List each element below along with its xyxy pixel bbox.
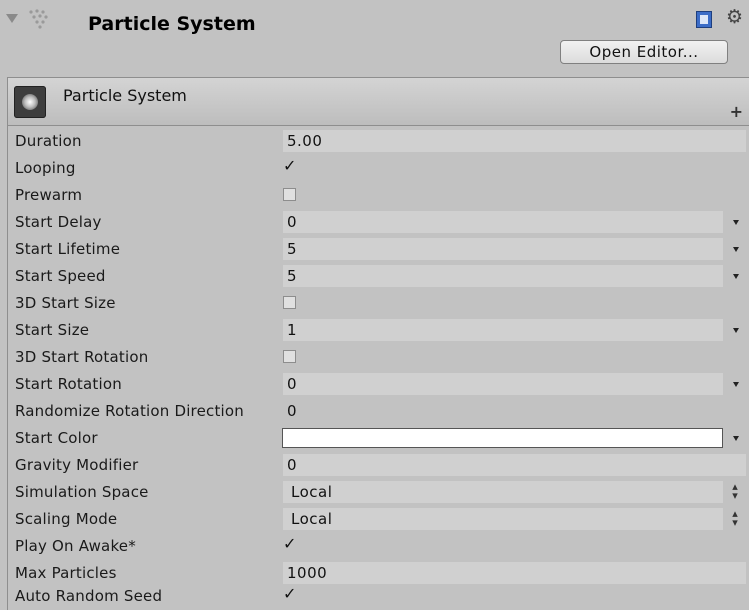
property-label: Prewarm xyxy=(15,186,83,204)
scaling-mode-dropdown[interactable]: Local xyxy=(283,508,723,530)
property-row-start-lifetime: Start Lifetime 5 xyxy=(8,236,749,263)
start-speed-field[interactable]: 5 xyxy=(283,265,723,287)
dropdown-arrow-icon[interactable] xyxy=(733,328,739,333)
property-label: Start Speed xyxy=(15,267,106,285)
start-lifetime-field[interactable]: 5 xyxy=(283,238,723,260)
property-row-simulation-space: Simulation Space Local ▴ ▾ xyxy=(8,479,749,506)
start-delay-field[interactable]: 0 xyxy=(283,211,723,233)
property-row-start-speed: Start Speed 5 xyxy=(8,263,749,290)
fold-arrow-icon[interactable] xyxy=(6,14,18,23)
property-row-prewarm: Prewarm xyxy=(8,182,749,209)
property-label: Looping xyxy=(15,159,76,177)
property-row-start-delay: Start Delay 0 xyxy=(8,209,749,236)
property-row-gravity-modifier: Gravity Modifier 0 xyxy=(8,452,749,479)
property-row-start-size: Start Size 1 xyxy=(8,317,749,344)
particle-system-module: Particle System + Duration 5.00 Looping … xyxy=(7,77,749,610)
property-row-scaling-mode: Scaling Mode Local ▴ ▾ xyxy=(8,506,749,533)
property-row-start-color: Start Color xyxy=(8,425,749,452)
property-row-3d-start-size: 3D Start Size xyxy=(8,290,749,317)
property-row-looping: Looping ✓ xyxy=(8,155,749,182)
property-label: Start Size xyxy=(15,321,90,339)
dropdown-arrow-icon[interactable] xyxy=(733,220,739,225)
auto-random-seed-checkbox[interactable]: ✓ xyxy=(283,586,296,602)
property-label: Duration xyxy=(15,132,82,150)
particle-system-thumbnail-icon xyxy=(14,86,46,118)
plus-icon[interactable]: + xyxy=(730,102,743,121)
dropdown-arrow-icon[interactable] xyxy=(733,382,739,387)
module-title: Particle System xyxy=(63,86,187,105)
dropdown-arrow-icon[interactable] xyxy=(733,436,739,441)
property-row-start-rotation: Start Rotation 0 xyxy=(8,371,749,398)
property-label: Simulation Space xyxy=(15,483,149,501)
start-rotation-field[interactable]: 0 xyxy=(283,373,723,395)
property-label: Gravity Modifier xyxy=(15,456,139,474)
inspector-header: Particle System ⚙ Open Editor... xyxy=(0,0,749,74)
property-label: Play On Awake* xyxy=(15,537,136,555)
start-color-swatch[interactable] xyxy=(282,428,723,448)
property-label: Auto Random Seed xyxy=(15,587,163,605)
property-label: Start Delay xyxy=(15,213,102,231)
duration-field[interactable]: 5.00 xyxy=(283,130,746,152)
property-label: Max Particles xyxy=(15,564,117,582)
max-particles-field[interactable]: 1000 xyxy=(283,562,746,584)
property-label: 3D Start Rotation xyxy=(15,348,149,366)
property-label: Start Color xyxy=(15,429,98,447)
property-label: Randomize Rotation Direction xyxy=(15,402,245,420)
property-label: Start Rotation xyxy=(15,375,122,393)
dropdown-arrow-icon[interactable] xyxy=(733,247,739,252)
property-row-randomize-rotation-direction: Randomize Rotation Direction 0 xyxy=(8,398,749,425)
property-row-duration: Duration 5.00 xyxy=(8,128,749,155)
play-on-awake-checkbox[interactable]: ✓ xyxy=(283,536,296,552)
start-size-field[interactable]: 1 xyxy=(283,319,723,341)
dropdown-arrow-icon[interactable] xyxy=(733,274,739,279)
3d-start-size-checkbox[interactable] xyxy=(283,296,296,309)
component-title: Particle System xyxy=(88,13,256,35)
popup-arrows-icon[interactable]: ▴ ▾ xyxy=(730,508,740,528)
property-label: 3D Start Size xyxy=(15,294,116,312)
property-label: Start Lifetime xyxy=(15,240,121,258)
popup-arrows-icon[interactable]: ▴ ▾ xyxy=(730,481,740,501)
prewarm-checkbox[interactable] xyxy=(283,188,296,201)
gravity-modifier-field[interactable]: 0 xyxy=(283,454,746,476)
3d-start-rotation-checkbox[interactable] xyxy=(283,350,296,363)
particle-system-icon xyxy=(29,9,48,29)
open-editor-button[interactable]: Open Editor... xyxy=(560,40,728,64)
looping-checkbox[interactable]: ✓ xyxy=(283,158,296,174)
property-row-play-on-awake: Play On Awake* ✓ xyxy=(8,533,749,560)
module-header[interactable]: Particle System + xyxy=(8,78,749,126)
property-label: Scaling Mode xyxy=(15,510,118,528)
property-row-auto-random-seed: Auto Random Seed ✓ xyxy=(8,583,749,610)
property-row-3d-start-rotation: 3D Start Rotation xyxy=(8,344,749,371)
randomize-rotation-direction-field[interactable]: 0 xyxy=(283,400,746,422)
help-book-icon[interactable] xyxy=(696,11,712,28)
simulation-space-dropdown[interactable]: Local xyxy=(283,481,723,503)
settings-gear-icon[interactable]: ⚙ xyxy=(726,8,743,27)
